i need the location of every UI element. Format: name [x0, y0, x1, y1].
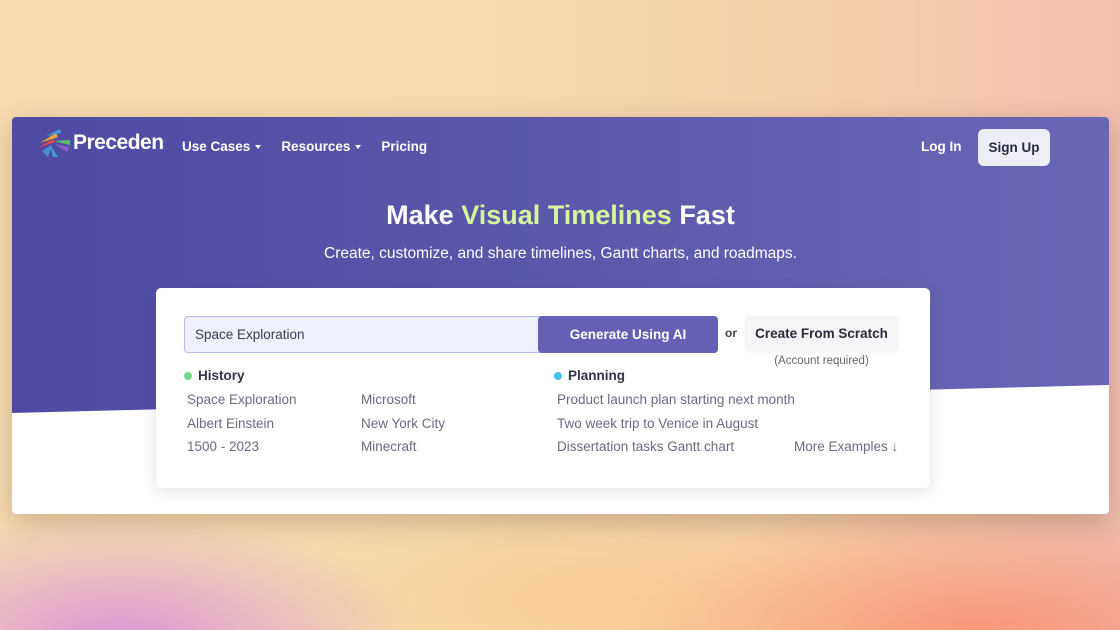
nav-resources[interactable]: Resources	[281, 139, 362, 154]
login-link[interactable]: Log In	[921, 139, 962, 154]
nav-use-cases[interactable]: Use Cases	[182, 139, 262, 154]
generator-card: Generate Using AI or Create From Scratch…	[156, 288, 930, 488]
more-examples-link[interactable]: More Examples ↓	[794, 439, 898, 454]
headline-accent: Visual Timelines	[461, 200, 672, 230]
nav-use-cases-label: Use Cases	[182, 139, 251, 154]
hero-subhead: Create, customize, and share timelines, …	[324, 245, 797, 262]
top-nav: Preceden Use Cases Resources Pricing Log…	[12, 117, 1109, 177]
nav-links: Use Cases Resources Pricing	[182, 139, 427, 154]
example-link[interactable]: Albert Einstein	[187, 416, 274, 431]
example-link[interactable]: Dissertation tasks Gantt chart	[557, 439, 734, 454]
history-title: History	[198, 368, 245, 383]
history-group-heading: History	[184, 368, 245, 383]
caret-down-icon	[355, 145, 362, 149]
planning-dot-icon	[554, 371, 562, 380]
brand-name: Preceden	[73, 131, 164, 154]
nav-resources-label: Resources	[281, 139, 351, 154]
nav-pricing-label: Pricing	[381, 139, 428, 154]
example-link[interactable]: Microsoft	[361, 392, 416, 407]
caret-down-icon	[255, 145, 262, 149]
hero-headline: Make Visual Timelines Fast	[12, 200, 1109, 231]
headline-suffix: Fast	[671, 200, 735, 230]
nav-pricing[interactable]: Pricing	[381, 139, 427, 154]
history-dot-icon	[184, 371, 192, 380]
generator-input-group: Generate Using AI	[184, 316, 718, 353]
topic-input[interactable]	[185, 317, 535, 352]
create-from-scratch-button[interactable]: Create From Scratch	[745, 316, 898, 351]
example-link[interactable]: New York City	[361, 416, 445, 431]
headline-prefix: Make	[386, 200, 462, 230]
preceden-logo-icon	[38, 129, 70, 157]
account-required-note: (Account required)	[774, 355, 869, 367]
example-link[interactable]: Two week trip to Venice in August	[557, 416, 758, 431]
example-link[interactable]: 1500 - 2023	[187, 439, 259, 454]
or-separator: or	[725, 326, 737, 340]
example-link[interactable]: Product launch plan starting next month	[557, 392, 795, 407]
example-link[interactable]: Space Exploration	[187, 392, 297, 407]
planning-title: Planning	[568, 368, 625, 383]
logo[interactable]: Preceden	[36, 128, 164, 158]
planning-group-heading: Planning	[554, 368, 625, 383]
example-link[interactable]: Minecraft	[361, 439, 417, 454]
generate-ai-button[interactable]: Generate Using AI	[538, 316, 718, 353]
signup-button[interactable]: Sign Up	[978, 129, 1050, 166]
browser-window: Preceden Use Cases Resources Pricing Log…	[12, 117, 1109, 514]
